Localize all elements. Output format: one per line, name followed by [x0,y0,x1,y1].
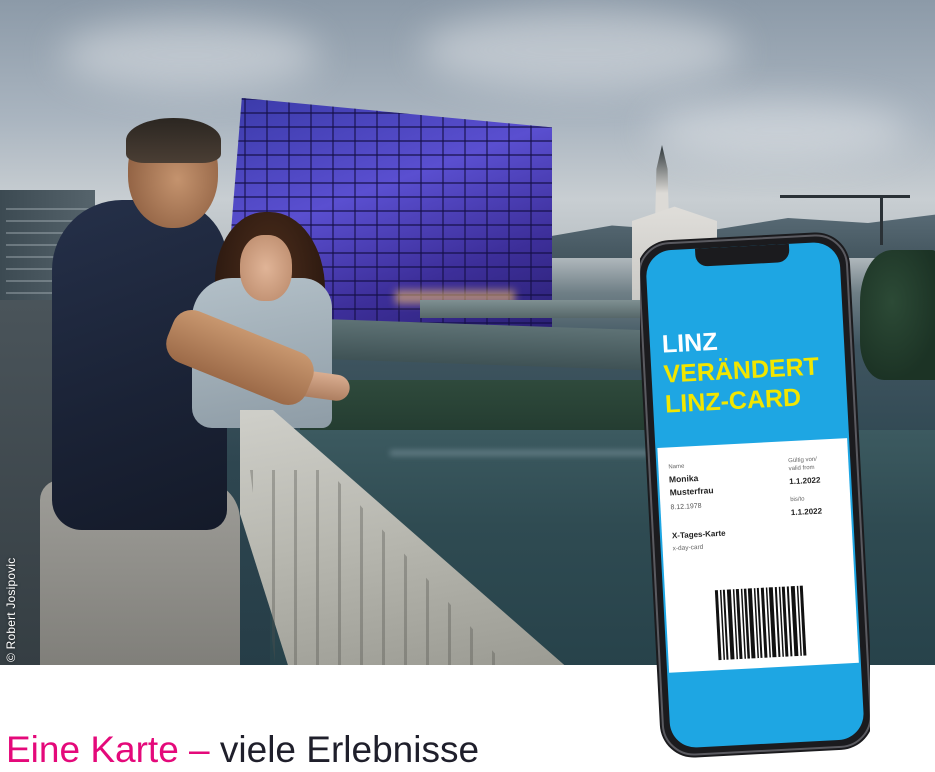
name-label: Name [668,464,685,471]
headline-accent: Eine Karte – [6,729,220,770]
valid-to-date: 1.1.2022 [791,506,823,517]
valid-to-label: bis/to [790,496,805,503]
bridge-ramp [330,319,660,371]
card-title-linz: LINZ [661,328,718,359]
smartphone-linz-card: LINZ VERÄNDERT LINZ-CARD Name Monika Mus… [640,232,870,758]
trees [860,250,935,380]
headline: Eine Karte – viele Erlebnisse [6,728,479,772]
headline-rest: viele Erlebnisse [219,729,480,770]
valid-from-date: 1.1.2022 [789,476,821,487]
first-name: Monika [669,473,699,485]
crane [780,195,910,198]
photo-credit: © Robert Josipovic [4,557,18,662]
